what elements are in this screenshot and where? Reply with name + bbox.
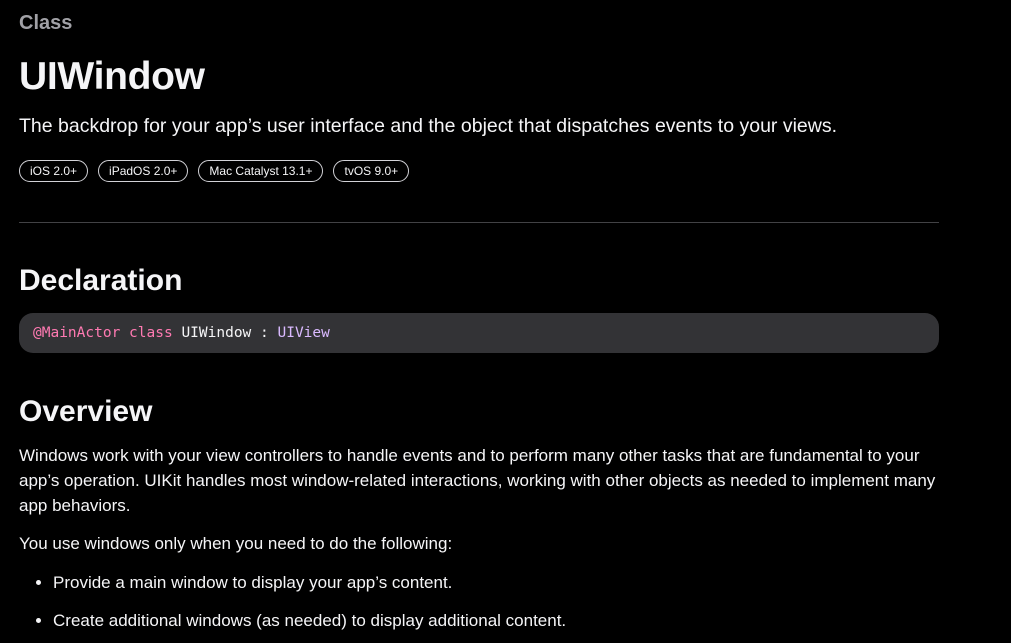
code-attribute: @MainActor xyxy=(33,325,121,341)
platform-badge-ios: iOS 2.0+ xyxy=(19,160,89,182)
section-divider xyxy=(19,222,939,223)
overview-paragraph: Windows work with your view controllers … xyxy=(19,446,936,515)
declaration-heading: Declaration xyxy=(19,264,183,297)
platform-badge-mac-catalyst: Mac Catalyst 13.1+ xyxy=(198,160,324,182)
platform-badge-ipados: iPadOS 2.0+ xyxy=(98,160,189,182)
list-item-text: Create additional windows (as needed) to… xyxy=(53,611,567,630)
page-title: UIWindow xyxy=(19,55,205,98)
code-separator: : xyxy=(260,325,269,341)
declaration-code-block: @MainActor class UIWindow : UIView xyxy=(19,313,939,353)
overview-heading: Overview xyxy=(19,395,153,428)
platform-badge-tvos: tvOS 9.0+ xyxy=(333,160,410,182)
platform-availability-list: iOS 2.0+ iPadOS 2.0+ Mac Catalyst 13.1+ … xyxy=(19,160,410,182)
list-item-text: Provide a main window to display your ap… xyxy=(53,573,453,592)
bullet-dot-icon xyxy=(36,618,41,623)
list-item: Create additional windows (as needed) to… xyxy=(19,608,566,633)
abstract-text: The backdrop for your app’s user interfa… xyxy=(19,115,838,137)
code-class-name: UIWindow xyxy=(181,325,252,341)
code-superclass-link[interactable]: UIView xyxy=(277,325,329,341)
list-item: Provide a main window to display your ap… xyxy=(19,570,566,595)
bullet-dot-icon xyxy=(36,580,41,585)
code-keyword: class xyxy=(129,325,173,341)
overview-bullet-list: Provide a main window to display your ap… xyxy=(19,570,566,643)
symbol-kind-eyebrow: Class xyxy=(19,12,73,34)
overview-paragraph: You use windows only when you need to do… xyxy=(19,534,453,553)
